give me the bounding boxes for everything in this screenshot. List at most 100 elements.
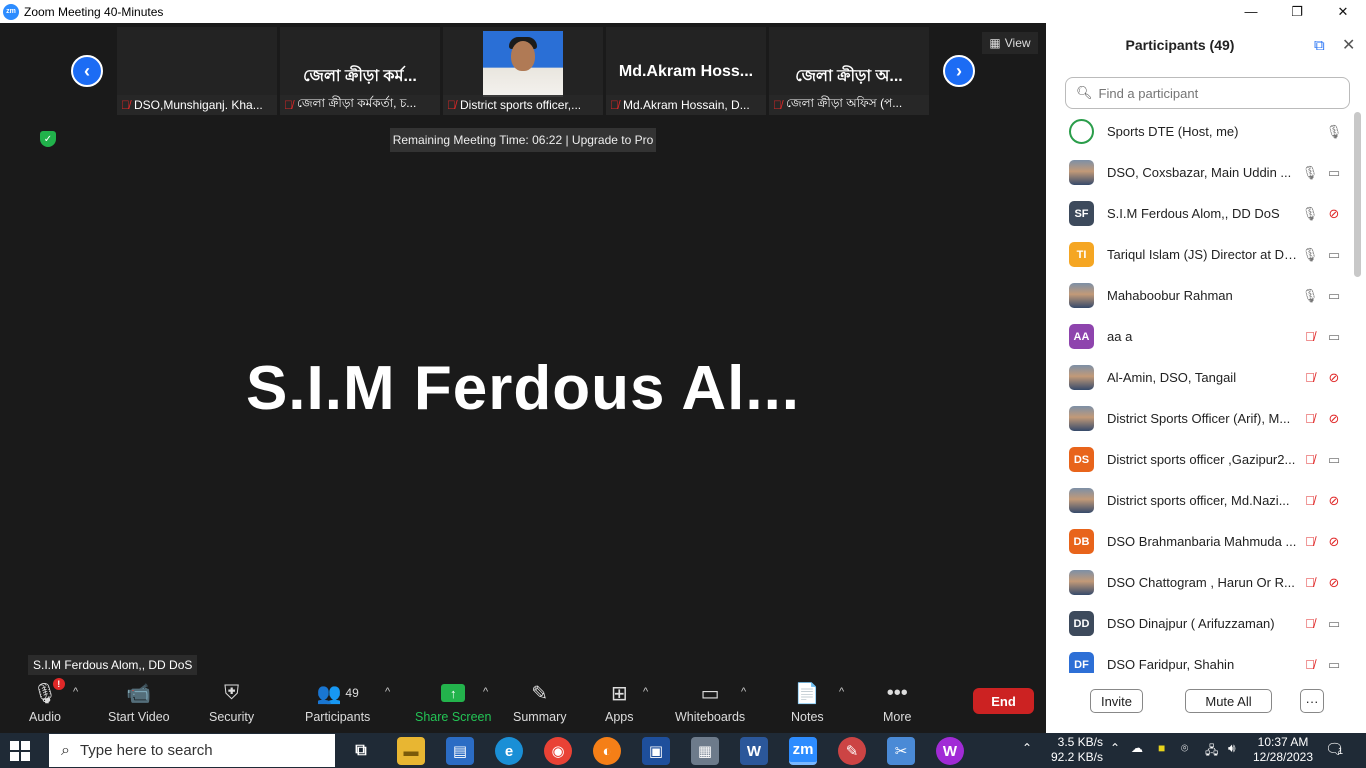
- windows-start-button[interactable]: [10, 741, 30, 761]
- notes-button[interactable]: 📄 Notes: [791, 680, 824, 725]
- participant-row[interactable]: DS District sports officer ,Gazipur2... 🎙̸…: [1046, 439, 1356, 480]
- video-tile[interactable]: 🎙̸ DSO,Munshiganj. Kha...: [117, 27, 277, 115]
- whiteboards-button[interactable]: ▭ Whiteboards: [675, 680, 745, 725]
- paint-app-icon[interactable]: ✎: [838, 737, 866, 765]
- participant-row[interactable]: Sports DTE (Host, me) 🎙: [1046, 111, 1356, 152]
- firefox-browser-icon[interactable]: ◐: [593, 737, 621, 765]
- video-tile[interactable]: Md.Akram Hoss... 🎙̸ Md.Akram Hossain, D..…: [606, 27, 766, 115]
- microphone-icon[interactable]: 🎙: [1302, 247, 1319, 262]
- video-camera-icon[interactable]: ▭: [1327, 452, 1341, 467]
- participant-row[interactable]: SF S.I.M Ferdous Alom,, DD DoS 🎙 ⊘: [1046, 193, 1356, 234]
- taskbar-clock[interactable]: 10:37 AM 12/28/2023: [1243, 735, 1323, 765]
- invite-button[interactable]: Invite: [1090, 689, 1143, 713]
- panel-more-button[interactable]: ···: [1300, 689, 1324, 713]
- notes-options-caret[interactable]: ^: [839, 686, 844, 698]
- video-off-icon[interactable]: ⊘: [1327, 534, 1341, 549]
- close-button[interactable]: ✕: [1320, 0, 1366, 23]
- participant-row[interactable]: AA aa a 🎙̸ ▭: [1046, 316, 1356, 357]
- audio-options-caret[interactable]: ^: [73, 686, 78, 698]
- panel-close-icon[interactable]: ✕: [1342, 35, 1355, 55]
- video-camera-icon[interactable]: ▭: [1327, 288, 1341, 303]
- popout-icon[interactable]: ⧉: [1314, 37, 1325, 54]
- share-screen-button[interactable]: ↑ Share Screen: [415, 680, 491, 724]
- participant-row[interactable]: Al-Amin, DSO, Tangail 🎙̸ ⊘: [1046, 357, 1356, 398]
- video-tile[interactable]: জেলা ক্রীড়া কর্ম... 🎙̸ জেলা ক্রীড়া কর্ম…: [280, 27, 440, 115]
- mic-muted-icon[interactable]: 🎙̸: [1303, 452, 1317, 467]
- video-camera-icon[interactable]: ▭: [1327, 616, 1341, 631]
- video-tile[interactable]: জেলা ক্রীড়া অ... 🎙̸ জেলা ক্রীড়া অফিস (প…: [769, 27, 929, 115]
- participant-row[interactable]: DSO Chattogram , Harun Or R... 🎙̸ ⊘: [1046, 562, 1356, 603]
- zoom-taskbar-icon[interactable]: zm: [789, 737, 817, 765]
- more-button[interactable]: ••• More: [883, 680, 911, 725]
- mic-muted-icon[interactable]: 🎙̸: [1303, 657, 1317, 672]
- participant-row[interactable]: Mahaboobur Rahman 🎙 ▭: [1046, 275, 1356, 316]
- minimize-button[interactable]: —: [1228, 0, 1274, 23]
- apps-options-caret[interactable]: ^: [643, 686, 648, 698]
- apps-button[interactable]: ⊞ Apps: [605, 680, 634, 725]
- security-button[interactable]: ⛨ Security: [209, 680, 254, 725]
- mic-muted-icon[interactable]: 🎙̸: [1303, 370, 1317, 385]
- gallery-prev-button[interactable]: ‹: [71, 55, 103, 87]
- video-camera-icon[interactable]: ▭: [1327, 329, 1341, 344]
- video-camera-icon[interactable]: ▭: [1327, 657, 1341, 672]
- photo-app-icon[interactable]: ▣: [642, 737, 670, 765]
- video-off-icon[interactable]: ⊘: [1327, 493, 1341, 508]
- participant-search-input[interactable]: [1098, 85, 1329, 101]
- mute-all-button[interactable]: Mute All: [1185, 689, 1272, 713]
- file-explorer-icon[interactable]: ▬: [397, 737, 425, 765]
- onedrive-icon[interactable]: ☁: [1131, 741, 1143, 755]
- start-video-button[interactable]: 📹 Start Video: [108, 680, 170, 725]
- mic-muted-icon[interactable]: 🎙̸: [1303, 411, 1317, 426]
- participant-row[interactable]: DB DSO Brahmanbaria Mahmuda ... 🎙̸ ⊘: [1046, 521, 1356, 562]
- video-off-icon[interactable]: ⊘: [1327, 411, 1341, 426]
- remaining-time-banner[interactable]: Remaining Meeting Time: 06:22 | Upgrade …: [390, 128, 656, 152]
- volume-icon[interactable]: 🔊︎: [1228, 741, 1236, 756]
- view-button[interactable]: ▦ View: [982, 32, 1038, 54]
- audio-button[interactable]: 🎙! Audio: [29, 678, 65, 724]
- notifications-icon[interactable]: 🗨1: [1325, 740, 1344, 758]
- snipping-tool-icon[interactable]: ✂: [887, 737, 915, 765]
- microphone-icon[interactable]: 🎙: [1302, 165, 1319, 180]
- tray-chevron-icon[interactable]: ⌃: [1022, 741, 1032, 755]
- wps-office-icon[interactable]: W: [936, 737, 964, 765]
- participant-row[interactable]: TI Tariqul Islam (JS) Director at DoS 🎙 ▭: [1046, 234, 1356, 275]
- participants-options-caret[interactable]: ^: [385, 686, 390, 698]
- mic-muted-icon[interactable]: 🎙̸: [1303, 329, 1317, 344]
- summary-button[interactable]: ✎ Summary: [513, 680, 566, 725]
- microphone-icon[interactable]: 🎙: [1302, 206, 1319, 221]
- participant-scrollbar[interactable]: [1354, 112, 1361, 277]
- mic-muted-icon[interactable]: 🎙̸: [1303, 493, 1317, 508]
- word-app-icon[interactable]: W: [740, 737, 768, 765]
- encryption-shield-icon[interactable]: ✓: [40, 131, 56, 147]
- mic-muted-icon[interactable]: 🎙̸: [1303, 575, 1317, 590]
- end-meeting-button[interactable]: End: [973, 688, 1034, 714]
- taskbar-search[interactable]: ⌕ Type here to search: [49, 734, 335, 767]
- tray-app-icon[interactable]: ■: [1158, 741, 1165, 755]
- edge-browser-icon[interactable]: e: [495, 737, 523, 765]
- mic-muted-icon[interactable]: 🎙̸: [1303, 616, 1317, 631]
- calculator-icon[interactable]: ▦: [691, 737, 719, 765]
- participant-row[interactable]: DF DSO Faridpur, Shahin 🎙̸ ▭: [1046, 644, 1356, 673]
- video-off-icon[interactable]: ⊘: [1327, 370, 1341, 385]
- microphone-icon[interactable]: 🎙: [1302, 288, 1319, 303]
- video-camera-icon[interactable]: ▭: [1327, 165, 1341, 180]
- camera-tray-icon[interactable]: ⌾: [1181, 741, 1188, 756]
- whiteboards-options-caret[interactable]: ^: [741, 686, 746, 698]
- video-camera-icon[interactable]: ▭: [1327, 247, 1341, 262]
- participant-row[interactable]: DD DSO Dinajpur ( Arifuzzaman) 🎙̸ ▭: [1046, 603, 1356, 644]
- participant-row[interactable]: District sports officer, Md.Nazi... 🎙̸ ⊘: [1046, 480, 1356, 521]
- microsoft-store-icon[interactable]: ▤: [446, 737, 474, 765]
- network-icon[interactable]: 🖧: [1205, 741, 1218, 762]
- maximize-button[interactable]: ❐: [1274, 0, 1320, 23]
- chrome-browser-icon[interactable]: ◉: [544, 737, 572, 765]
- tray-up-arrow-icon[interactable]: ⌃: [1110, 741, 1120, 755]
- video-off-icon[interactable]: ⊘: [1327, 575, 1341, 590]
- video-off-icon[interactable]: ⊘: [1327, 206, 1341, 221]
- task-view-icon[interactable]: ⧉: [347, 737, 375, 765]
- participant-search[interactable]: 🔍︎: [1065, 77, 1350, 109]
- gallery-next-button[interactable]: ›: [943, 55, 975, 87]
- mic-muted-icon[interactable]: 🎙̸: [1303, 534, 1317, 549]
- microphone-icon[interactable]: 🎙: [1326, 124, 1343, 139]
- share-options-caret[interactable]: ^: [483, 686, 488, 698]
- video-tile[interactable]: 🎙̸ District sports officer,...: [443, 27, 603, 115]
